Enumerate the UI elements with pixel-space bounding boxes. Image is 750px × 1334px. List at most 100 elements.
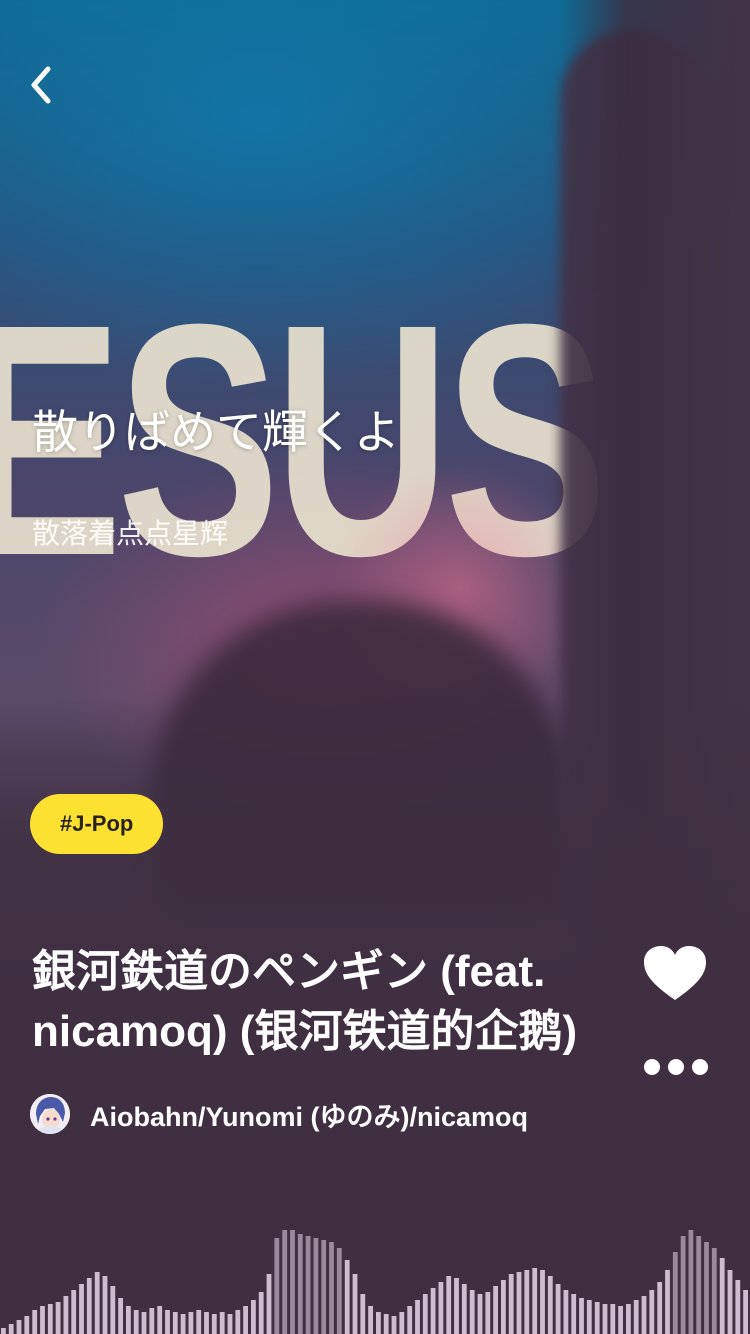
waveform-bar — [1, 1328, 6, 1334]
waveform-bar — [579, 1298, 584, 1334]
waveform-bar — [516, 1272, 522, 1334]
waveform-bar — [618, 1306, 623, 1334]
waveform-bar — [313, 1238, 319, 1334]
waveform-bar — [680, 1236, 686, 1334]
waveform-bar — [251, 1300, 256, 1334]
waveform-bar — [422, 1294, 428, 1334]
waveform-bar — [360, 1294, 366, 1334]
waveform-bar — [63, 1296, 69, 1334]
waveform-bar — [485, 1292, 491, 1334]
waveform-bar — [446, 1276, 452, 1334]
waveform-bar — [180, 1314, 186, 1334]
waveform-bar — [266, 1274, 272, 1334]
more-dot — [668, 1059, 684, 1075]
waveform-bar — [297, 1234, 303, 1334]
waveform-bar — [47, 1304, 53, 1334]
waveform-bar — [391, 1316, 397, 1334]
waveform-bar — [540, 1270, 545, 1334]
waveform-bar — [94, 1272, 100, 1334]
waveform-bar — [157, 1306, 163, 1334]
waveform-bar — [211, 1314, 217, 1334]
waveform-bar — [305, 1236, 311, 1334]
waveform-bar — [282, 1230, 288, 1334]
waveform-bar — [438, 1282, 444, 1334]
artist-avatar — [30, 1094, 70, 1134]
avatar-illustration — [30, 1094, 70, 1134]
waveform-bar — [610, 1304, 616, 1334]
waveform-bar — [586, 1300, 592, 1334]
waveform-bar — [219, 1312, 225, 1334]
waveform-bar — [563, 1290, 569, 1334]
waveform-bar — [352, 1274, 358, 1334]
waveform-bar — [321, 1240, 327, 1334]
waveform-bar — [344, 1260, 350, 1334]
waveform-bar — [672, 1252, 678, 1334]
waveform-bar — [383, 1314, 389, 1334]
waveform-bar — [633, 1300, 639, 1334]
audio-waveform — [1, 1230, 748, 1334]
waveform-bar — [415, 1300, 420, 1334]
current-lyric-line: 散りばめて輝くよ — [32, 405, 400, 459]
waveform-bar — [165, 1310, 170, 1334]
waveform-bar — [524, 1270, 530, 1334]
waveform-bar — [110, 1286, 116, 1334]
waveform-bar — [547, 1276, 553, 1334]
waveform-bar — [376, 1312, 381, 1334]
waveform-bar — [243, 1306, 248, 1334]
waveform-bar — [719, 1258, 725, 1334]
waveform-bar — [172, 1312, 178, 1334]
waveform-bar — [727, 1270, 733, 1334]
waveform-bar — [688, 1230, 694, 1334]
waveform-bar — [16, 1320, 22, 1334]
waveform-bar — [469, 1290, 475, 1334]
waveform-bar — [227, 1314, 233, 1334]
like-button[interactable] — [642, 944, 708, 1004]
waveform-bar — [55, 1302, 61, 1334]
waveform-bar — [336, 1248, 342, 1334]
back-button[interactable] — [20, 60, 64, 110]
heart-icon — [644, 946, 706, 1000]
waveform-bar — [118, 1298, 123, 1334]
waveform-bar — [86, 1278, 92, 1334]
waveform-bar — [649, 1290, 655, 1334]
waveform-bar — [235, 1310, 241, 1334]
waveform-bar — [711, 1248, 717, 1334]
waveform-bar — [407, 1306, 413, 1334]
waveform-bar — [258, 1292, 264, 1334]
genre-tag[interactable]: #J-Pop — [30, 794, 164, 854]
waveform-bar — [141, 1312, 147, 1334]
waveform-bar — [102, 1276, 108, 1334]
waveform-bar — [8, 1324, 14, 1334]
waveform-bar — [594, 1302, 600, 1334]
waveform-bar — [461, 1284, 467, 1334]
waveform-bar — [704, 1242, 709, 1334]
waveform-bar — [508, 1274, 514, 1334]
waveform-bar — [204, 1312, 209, 1334]
waveform-bar — [329, 1242, 334, 1334]
waveform-bar — [602, 1304, 608, 1334]
waveform-bar — [493, 1286, 498, 1334]
waveform-bar — [571, 1294, 577, 1334]
waveform-bar — [696, 1236, 702, 1334]
waveform-bar — [196, 1310, 202, 1334]
waveform-bar — [149, 1308, 155, 1334]
waveform-bar — [290, 1230, 295, 1334]
chevron-left-icon — [31, 66, 51, 104]
waveform-bar — [430, 1288, 436, 1334]
artist-names[interactable]: Aiobahn/Yunomi (ゆのみ)/nicamoq — [90, 1095, 620, 1134]
waveform-bar — [133, 1310, 139, 1334]
waveform-bar — [657, 1282, 663, 1334]
more-options-button[interactable] — [644, 1052, 708, 1082]
waveform-bar — [32, 1310, 38, 1334]
waveform-bar — [399, 1312, 405, 1334]
waveform-bar — [626, 1304, 631, 1334]
waveform-bar — [735, 1280, 741, 1334]
waveform-bar — [454, 1278, 459, 1334]
waveform-bar — [532, 1268, 538, 1334]
waveform-bar — [665, 1270, 670, 1334]
waveform-bar — [641, 1296, 647, 1334]
waveform-bar — [40, 1306, 45, 1334]
artist-row[interactable]: Aiobahn/Yunomi (ゆのみ)/nicamoq — [30, 1092, 620, 1136]
waveform-bar — [79, 1284, 84, 1334]
waveform-bar — [188, 1312, 194, 1334]
